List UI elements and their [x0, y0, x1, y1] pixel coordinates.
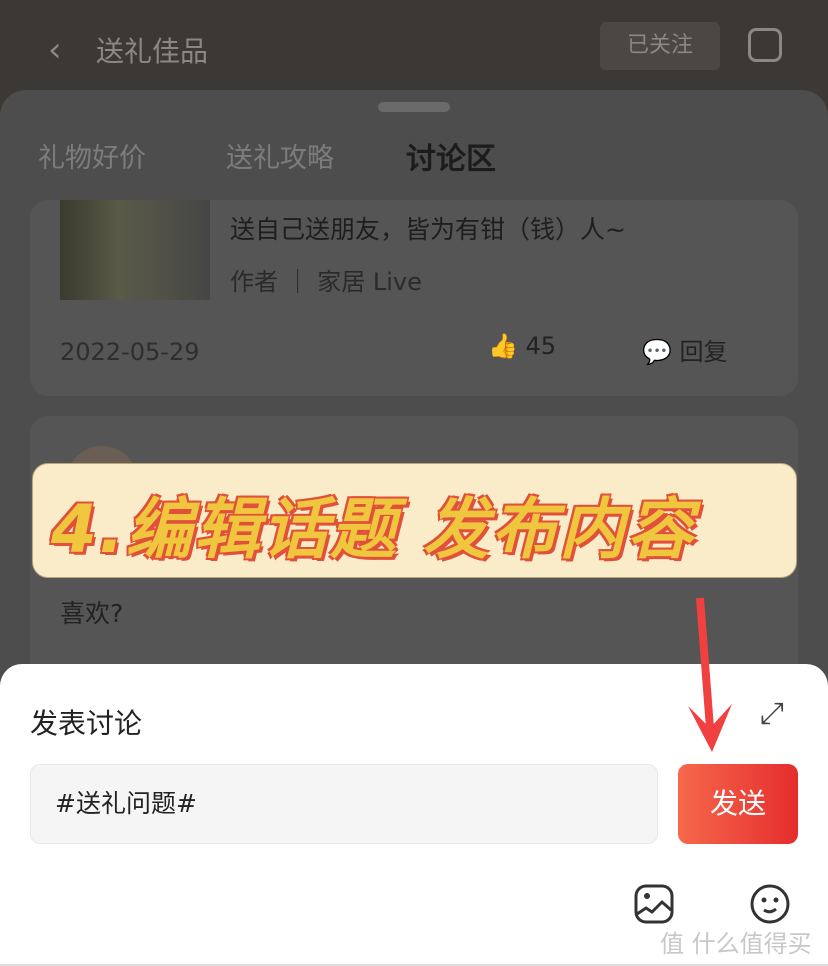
post-thumbnail — [60, 200, 210, 300]
instruction-banner: 4.编辑话题 发布内容 — [32, 463, 797, 578]
watermark: 值 什么值得买 — [660, 930, 812, 958]
like-button[interactable]: 👍 45 — [488, 332, 556, 360]
image-icon[interactable] — [634, 884, 674, 924]
send-button[interactable]: 发送 — [678, 764, 798, 844]
page-title: 送礼佳品 — [96, 35, 209, 68]
reply-label: 回复 — [679, 338, 728, 366]
thumbs-up-icon: 👍 — [488, 332, 518, 360]
emoji-icon[interactable] — [750, 884, 790, 924]
post-title: 送自己送朋友，皆为有钳（钱）人~ — [230, 215, 626, 244]
follow-button[interactable]: 已关注 — [600, 22, 720, 70]
post-card[interactable]: 送自己送朋友，皆为有钳（钱）人~ 作者 ｜ 家居 Live 2022-05-29… — [30, 200, 798, 396]
post-text: 喜欢? — [60, 599, 124, 628]
discussion-input[interactable]: #送礼问题# — [30, 764, 658, 844]
reply-button[interactable]: 💬 回复 — [642, 332, 728, 367]
tab-gift-guide[interactable]: 送礼攻略 — [226, 136, 334, 175]
post-date: 2022-05-29 — [60, 338, 200, 366]
post-meta: 作者 ｜ 家居 Live — [230, 268, 422, 296]
back-icon[interactable]: ‹ — [48, 30, 62, 70]
tab-discussion[interactable]: 讨论区 — [406, 134, 496, 178]
comment-icon: 💬 — [642, 338, 672, 366]
expand-icon[interactable]: ⤢ — [760, 696, 784, 731]
drag-handle[interactable] — [378, 102, 450, 112]
share-icon[interactable] — [748, 28, 782, 62]
like-count: 45 — [525, 332, 557, 360]
composer-panel: 发表讨论 ⤢ #送礼问题# 发送 值 什么值得买 — [0, 664, 828, 966]
tab-gift-deals[interactable]: 礼物好价 — [38, 136, 146, 175]
composer-title: 发表讨论 — [30, 707, 143, 740]
banner-text: 4.编辑话题 发布内容 — [51, 491, 695, 568]
